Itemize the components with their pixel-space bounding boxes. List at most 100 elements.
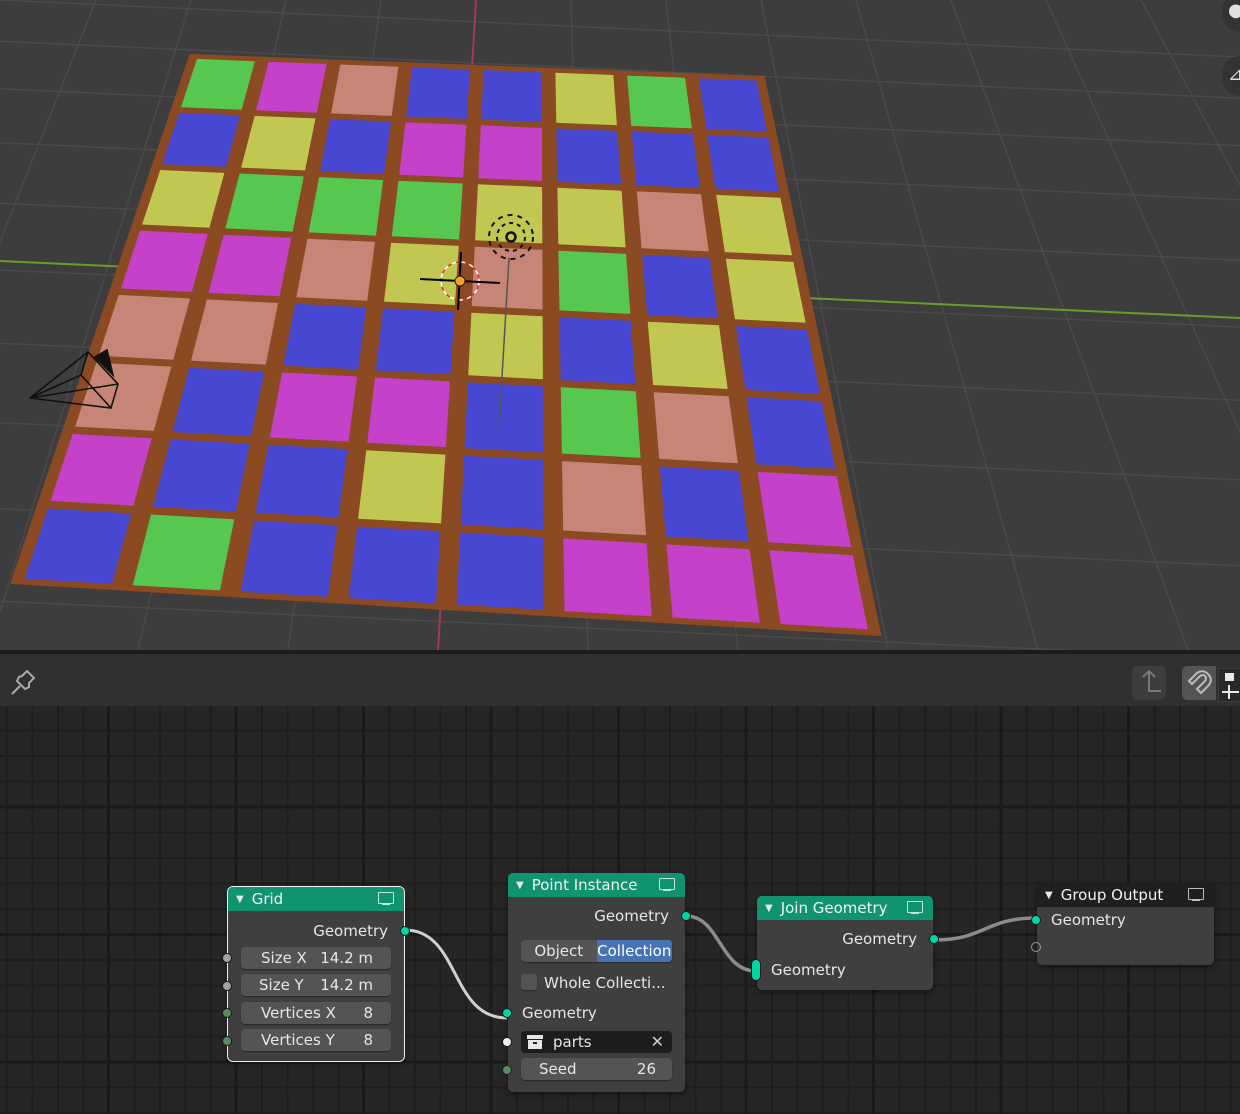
grid-face-tile[interactable] [707, 134, 780, 192]
point-instance-node[interactable]: ▼ Point Instance Geometry Object Collect… [502, 873, 691, 1092]
size-x-socket[interactable] [222, 953, 232, 964]
grid-face-tile[interactable] [716, 194, 793, 256]
grid-face-tile[interactable] [358, 450, 446, 524]
grid-face-tile[interactable] [653, 392, 738, 464]
preview-monitor-icon[interactable] [1188, 888, 1204, 901]
grid-face-tile[interactable] [320, 119, 391, 174]
size-x-field[interactable]: Size X 14.2 m [241, 946, 391, 969]
grid-face-tile[interactable] [481, 70, 542, 123]
vertices-y-field[interactable]: Vertices Y 8 [241, 1029, 391, 1051]
grid-face-tile[interactable] [460, 455, 544, 530]
grid-face-tile[interactable] [746, 397, 836, 469]
grid-face-tile[interactable] [647, 321, 728, 389]
geometry-output-socket[interactable] [400, 925, 410, 936]
grid-face-tile[interactable] [406, 67, 470, 119]
instance-type-selector[interactable]: Object Collection [521, 939, 672, 962]
grid-face-tile[interactable] [478, 125, 543, 181]
pin-button[interactable] [6, 666, 40, 700]
seed-socket[interactable] [502, 1064, 512, 1075]
link-point-instance-to-join[interactable] [685, 914, 757, 973]
group-output-node[interactable]: ▼ Group Output Geometry [1031, 883, 1214, 965]
grid-face-tile[interactable] [631, 131, 701, 188]
grid-face-tile[interactable] [558, 250, 631, 314]
snap-toggle-button[interactable] [1182, 666, 1216, 700]
grid-face-tile[interactable] [348, 526, 441, 604]
grid-face-tile[interactable] [269, 372, 358, 442]
floor-grid-line [950, 0, 1189, 650]
geometry-multi-input-socket[interactable] [751, 958, 761, 981]
grid-face-tile[interactable] [375, 308, 455, 375]
grid-node-header[interactable]: ▼ Grid [228, 887, 404, 911]
geometry-output-socket[interactable] [681, 910, 691, 921]
grid-face-tile[interactable] [562, 461, 647, 536]
grid-face-tile[interactable] [240, 520, 338, 597]
join-geometry-node-header[interactable]: ▼ Join Geometry [757, 896, 933, 920]
grid-face-tile[interactable] [555, 72, 617, 126]
grid-face-tile[interactable] [556, 128, 622, 185]
collapse-triangle-icon[interactable]: ▼ [236, 894, 244, 905]
field-value: 8 [363, 1003, 373, 1022]
preview-monitor-icon[interactable] [659, 878, 675, 891]
grid-face-tile[interactable] [666, 544, 760, 623]
grid-face-tile[interactable] [308, 177, 384, 236]
grid-face-tile[interactable] [642, 254, 718, 319]
vertices-x-socket[interactable] [222, 1008, 232, 1019]
geometry-input-socket[interactable] [502, 1008, 512, 1018]
grid-face-tile[interactable] [698, 78, 767, 132]
grid-face-tile[interactable] [399, 122, 467, 178]
viewport-canvas[interactable] [0, 0, 1240, 650]
3d-viewport[interactable]: ● ⊿ [0, 0, 1240, 650]
grid-mesh[interactable] [10, 53, 882, 637]
grid-face-tile[interactable] [464, 382, 544, 453]
whole-collection-checkbox[interactable] [521, 973, 537, 990]
collapse-triangle-icon[interactable]: ▼ [1045, 890, 1053, 901]
mode-option-object[interactable]: Object [521, 939, 597, 962]
collection-field[interactable]: parts ✕ [521, 1030, 672, 1053]
grid-face-tile[interactable] [757, 471, 852, 548]
grid-face-tile[interactable] [769, 550, 868, 630]
grid-face-tile[interactable] [636, 191, 709, 252]
grid-face-tile[interactable] [367, 377, 450, 448]
geometry-output-socket[interactable] [929, 933, 939, 944]
grid-face-tile[interactable] [560, 387, 641, 458]
grid-face-tile[interactable] [331, 64, 399, 116]
parent-node-tree-button[interactable] [1132, 666, 1166, 700]
mode-option-collection[interactable]: Collection [596, 939, 672, 962]
point-instance-node-header[interactable]: ▼ Point Instance [508, 873, 685, 897]
size-y-socket[interactable] [222, 980, 232, 991]
vertices-y-socket[interactable] [222, 1035, 232, 1046]
size-y-field[interactable]: Size Y 14.2 m [241, 974, 391, 996]
geometry-input-socket[interactable] [1031, 915, 1041, 925]
grid-face-tile[interactable] [735, 326, 821, 394]
grid-face-tile[interactable] [391, 180, 463, 240]
clear-x-icon[interactable]: ✕ [651, 1032, 664, 1051]
geometry-input-row: Geometry [502, 998, 685, 1029]
grid-face-tile[interactable] [627, 75, 692, 129]
grid-face-tile[interactable] [563, 538, 652, 617]
grid-face-tile[interactable] [283, 303, 367, 370]
grid-face-tile[interactable] [559, 317, 636, 385]
whole-collection-label[interactable]: Whole Collecti... [544, 974, 666, 992]
grid-face-tile[interactable] [557, 187, 626, 248]
group-output-node-header[interactable]: ▼ Group Output [1037, 883, 1214, 907]
grid-face-tile[interactable] [255, 444, 348, 518]
grid-node[interactable]: ▼ Grid Geometry Size X 14.2 m Size Y 14.… [222, 886, 410, 1062]
seed-field[interactable]: Seed 26 [521, 1058, 672, 1080]
collapse-triangle-icon[interactable]: ▼ [765, 903, 773, 914]
link-join-to-group-output[interactable] [933, 916, 1037, 942]
grid-face-tile[interactable] [659, 466, 749, 542]
node-editor-canvas[interactable]: ▼ Grid Geometry Size X 14.2 m Size Y 14.… [0, 706, 1240, 1114]
link-grid-to-point-instance[interactable] [404, 928, 508, 1020]
empty-input-socket[interactable] [1031, 942, 1041, 952]
floor-grid-line [0, 0, 1240, 58]
sidebar-toggle-button[interactable] [1218, 668, 1240, 702]
join-geometry-node[interactable]: ▼ Join Geometry Geometry Geometry [751, 896, 939, 990]
collapse-triangle-icon[interactable]: ▼ [516, 880, 524, 891]
preview-monitor-icon[interactable] [378, 892, 394, 905]
grid-face-tile[interactable] [725, 258, 806, 323]
preview-monitor-icon[interactable] [907, 901, 923, 914]
grid-face-tile[interactable] [296, 238, 375, 301]
vertices-x-field[interactable]: Vertices X 8 [241, 1001, 391, 1024]
collection-socket[interactable] [502, 1037, 512, 1048]
grid-face-tile[interactable] [456, 532, 544, 610]
